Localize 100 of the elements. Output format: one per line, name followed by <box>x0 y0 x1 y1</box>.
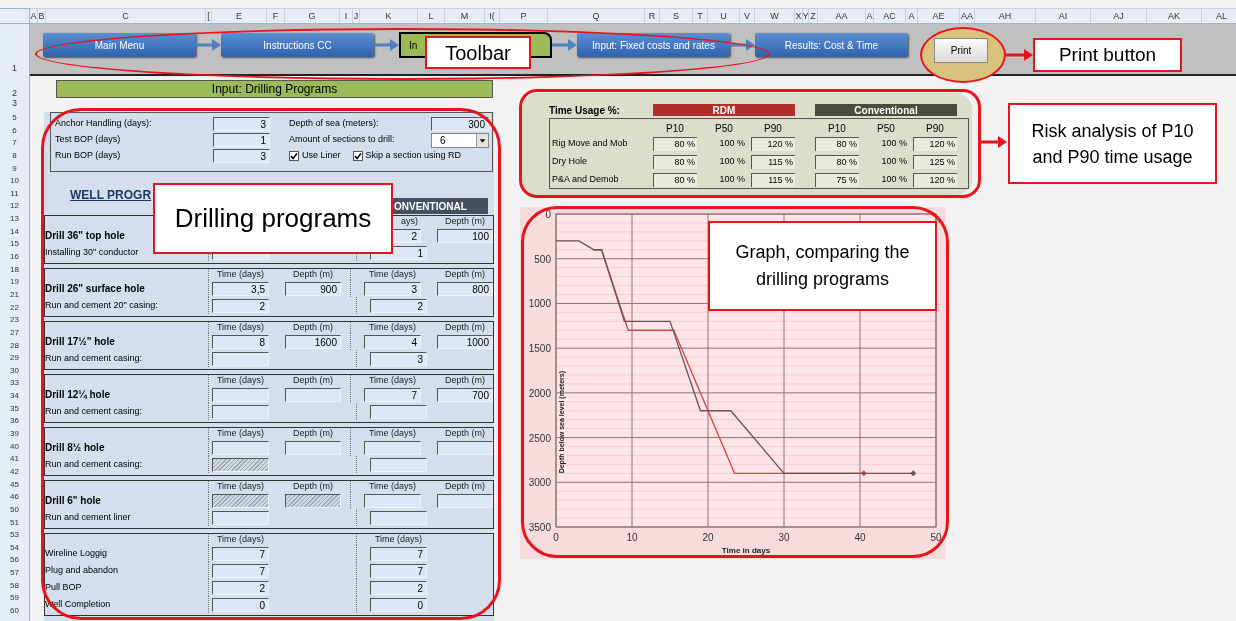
column-header: Time (days) <box>216 322 265 333</box>
column-letter: AC <box>883 11 896 21</box>
section-name: Drill 8½ hole <box>45 441 106 455</box>
tick-label: 40 <box>854 532 866 543</box>
field-label: Run and cement casing: <box>45 404 143 418</box>
field-label: Installing 30" conductor <box>45 245 139 259</box>
column-letter: E <box>236 11 242 21</box>
tick-label: 30 <box>778 532 790 543</box>
row-number: 21 <box>10 290 19 299</box>
column-header: Depth (m) <box>293 322 333 333</box>
row-number: 8 <box>11 151 18 160</box>
row-number: 56 <box>10 556 19 565</box>
section-title: Input: Drilling Programs <box>56 80 493 98</box>
column-header: P50 <box>714 121 734 136</box>
column-letter: S <box>673 11 679 21</box>
field-label: Amount of sections to drill: <box>289 133 396 147</box>
column-group-header: ONVENTIONAL <box>392 198 488 214</box>
field-label: Run and cement 20" casing: <box>45 298 158 312</box>
column-letter: J <box>353 11 359 21</box>
column-header: P90 <box>925 121 945 136</box>
column-header: Time (days) <box>216 428 265 439</box>
row-number: 11 <box>10 189 19 198</box>
tick-label: 2500 <box>528 432 551 444</box>
table-cell-text: 100 % <box>718 173 745 187</box>
checkbox-label: Use Liner <box>302 149 341 163</box>
table-cell-text: 100 % <box>718 155 745 169</box>
row-number: 22 <box>10 303 19 312</box>
row-number: 30 <box>10 366 19 375</box>
row-number: 34 <box>10 392 19 401</box>
column-letter: G <box>308 11 316 21</box>
tick-label: 1500 <box>528 343 551 355</box>
column-letter: U <box>720 11 727 21</box>
table-cell-text: 100 % <box>880 137 907 151</box>
tick-label: 0 <box>553 532 559 543</box>
column-header: Depth (m) <box>293 481 333 492</box>
column-letter: AA <box>835 11 848 21</box>
column-letter: F <box>272 11 279 21</box>
row-number: 33 <box>10 379 19 388</box>
row-number: 3 <box>12 99 17 108</box>
field-label: Run BOP (days) <box>55 149 122 163</box>
table-cell-text: 100 % <box>718 137 745 151</box>
table-cell-text: 100 % <box>880 173 907 187</box>
row-number: 16 <box>10 253 19 262</box>
column-letter: A <box>908 11 915 21</box>
tick-label: 20 <box>702 532 714 543</box>
column-header: ays) <box>401 216 418 227</box>
tick-label: 10 <box>626 532 638 543</box>
column-letter: X <box>795 11 802 21</box>
column-header: P10 <box>665 121 685 136</box>
tick-label: 2000 <box>528 387 551 399</box>
field-label: Depth of sea (meters): <box>289 117 380 131</box>
callout-label: Print button <box>1033 38 1182 72</box>
row-number: 9 <box>11 164 18 173</box>
column-header: Time (days) <box>368 481 417 492</box>
column-letter: V <box>744 11 750 21</box>
panel-title: Time Usage %: <box>549 103 621 118</box>
column-letter: I <box>344 11 348 21</box>
column-header: Depth (m) <box>445 322 485 333</box>
axis-title: Time in days <box>721 546 771 555</box>
row-number: 6 <box>11 126 18 135</box>
column-letter: M <box>460 11 469 21</box>
group-header: Conventional <box>815 104 957 116</box>
section-name: Drill 6" hole <box>45 494 102 508</box>
row-number: 45 <box>10 480 19 489</box>
row-number: 2 <box>12 89 17 98</box>
column-header: Time (days) <box>374 534 423 545</box>
column-letter: W <box>770 11 779 21</box>
row-number: 46 <box>10 493 19 502</box>
row-number: 1 <box>12 61 17 75</box>
column-header: P10 <box>827 121 847 136</box>
column-letter: B <box>38 11 45 21</box>
tick-label: 3500 <box>528 522 551 533</box>
row-number: 57 <box>10 569 19 578</box>
column-header: Time (days) <box>368 428 417 439</box>
field-label: Plug and abandon <box>45 563 120 577</box>
field-label: Anchor Handling (days): <box>55 117 153 131</box>
row-number: 39 <box>10 430 19 438</box>
row-label: P&A and Demob <box>551 173 620 187</box>
row-number: 28 <box>10 341 19 350</box>
column-header: Time (days) <box>368 375 417 386</box>
table-cell-text: 100 % <box>880 155 907 169</box>
row-number: 50 <box>10 505 19 514</box>
row-number: 27 <box>10 328 19 337</box>
section-name: Drill 26" surface hole <box>45 282 146 296</box>
callout-label: Risk analysis of P10 and P90 time usage <box>1008 103 1217 184</box>
column-letter: AJ <box>1113 11 1124 21</box>
column-header: Time (days) <box>216 534 265 545</box>
row-number: 12 <box>10 202 19 211</box>
column-letter: I( <box>489 11 495 21</box>
row-number: 23 <box>10 316 19 325</box>
column-header: Depth (m) <box>293 428 333 439</box>
column-header: P90 <box>763 121 783 136</box>
field-label: Run and cement casing: <box>45 351 143 365</box>
column-header: Depth (m) <box>293 269 333 280</box>
column-letter: AK <box>1168 11 1180 21</box>
tick-label: 500 <box>534 253 551 265</box>
column-header: Depth (m) <box>293 375 333 386</box>
column-header: Time (days) <box>368 269 417 280</box>
column-letter: R <box>648 11 656 21</box>
row-number: 51 <box>10 518 19 527</box>
